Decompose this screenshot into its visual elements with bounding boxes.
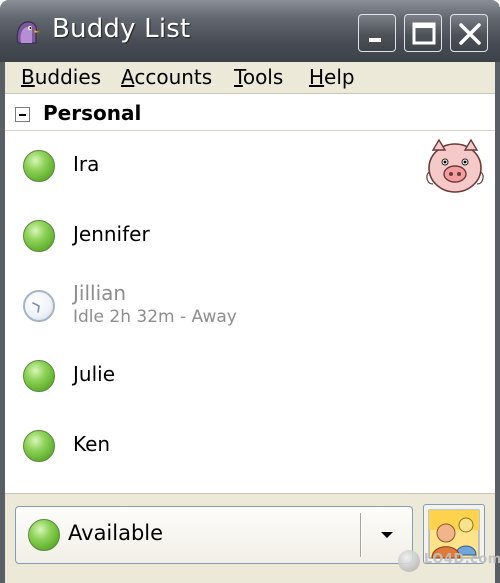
dropdown-arrow-icon[interactable]	[374, 527, 400, 543]
buddy-name: Ken	[73, 432, 111, 456]
menu-help-accel: H	[309, 65, 325, 89]
watermark-globe-icon	[398, 550, 420, 572]
title-bar[interactable]: Buddy List	[0, 0, 500, 62]
menu-accounts-accel: A	[121, 65, 135, 89]
buddy-row-julie[interactable]: Julie	[5, 341, 495, 411]
status-selector-dropdown[interactable]: Available	[15, 506, 413, 564]
buddy-list-tree[interactable]: Personal Ira Jennifer Jillian Idle 2h 32…	[5, 95, 495, 493]
watermark-text: LO4D.com	[424, 552, 500, 567]
group-name: Personal	[43, 101, 142, 125]
menu-accounts[interactable]: Accounts	[121, 65, 212, 89]
minimize-icon	[369, 38, 381, 42]
maximize-button[interactable]	[404, 14, 442, 52]
available-status-icon	[23, 360, 55, 392]
available-status-icon	[23, 150, 55, 182]
close-icon	[459, 23, 481, 45]
buddy-name: Jennifer	[73, 222, 150, 246]
group-header-personal[interactable]: Personal	[5, 95, 495, 131]
menu-bar: Buddies Accounts Tools Help	[5, 62, 495, 94]
menu-accounts-rest: ccounts	[134, 65, 213, 89]
available-status-icon	[23, 220, 55, 252]
clock-hands	[32, 302, 40, 313]
menu-tools-accel: T	[234, 65, 243, 89]
buddy-name: Ira	[73, 152, 100, 176]
menu-buddies-rest: uddies	[34, 65, 102, 89]
menu-tools-rest: ools	[242, 65, 284, 89]
maximize-icon	[412, 22, 436, 45]
menu-tools[interactable]: Tools	[234, 65, 283, 89]
menu-buddies-accel: B	[21, 65, 35, 89]
pidgin-app-icon	[16, 21, 41, 44]
menu-help[interactable]: Help	[309, 65, 355, 89]
window-title: Buddy List	[52, 14, 191, 44]
available-status-icon	[28, 519, 60, 551]
menu-buddies[interactable]: Buddies	[21, 65, 101, 89]
buddy-status-text: Idle 2h 32m - Away	[73, 307, 237, 327]
status-label: Available	[68, 521, 164, 545]
buddy-name: Julie	[73, 362, 115, 386]
buddy-row-jillian[interactable]: Jillian Idle 2h 32m - Away	[5, 271, 495, 341]
available-status-icon	[23, 430, 55, 462]
idle-clock-icon	[23, 290, 55, 322]
menu-help-rest: elp	[324, 65, 355, 89]
close-button[interactable]	[450, 14, 488, 52]
buddy-row-ken[interactable]: Ken	[5, 411, 495, 481]
minimize-button[interactable]	[358, 14, 396, 52]
buddy-row-jennifer[interactable]: Jennifer	[5, 201, 495, 271]
window-client-area: Buddies Accounts Tools Help Personal Ira…	[5, 62, 495, 583]
buddy-list-window: Buddy List Buddies Accounts Tools Help P…	[0, 0, 500, 583]
buddy-name: Jillian	[73, 281, 127, 305]
lo4d-watermark: LO4D.com	[398, 548, 500, 576]
dropdown-separator	[360, 513, 361, 557]
collapse-minus-icon[interactable]	[15, 107, 30, 122]
buddy-row-ira[interactable]: Ira	[5, 131, 495, 201]
